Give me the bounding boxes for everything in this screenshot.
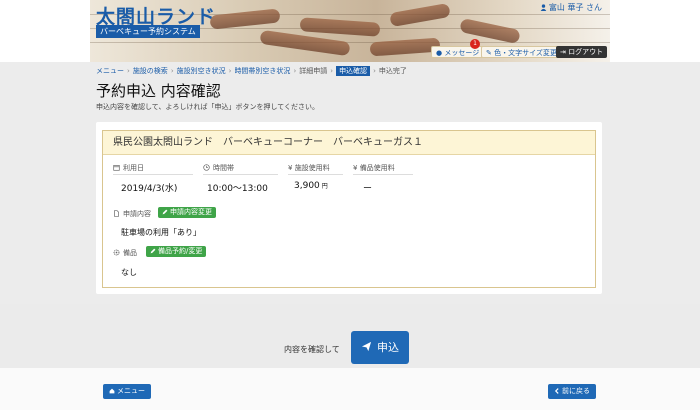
facility-fee-amount: 3,900 <box>294 181 320 191</box>
facility-fee-label: ¥ 施設使用料 <box>288 163 330 173</box>
facility-fee-unit: 円 <box>321 183 328 190</box>
date-value: 2019/4/3(水) <box>121 184 178 194</box>
breadcrumb-separator: › <box>373 67 376 75</box>
breadcrumb-menu[interactable]: メニュー <box>96 66 124 76</box>
user-name: 富山 華子 さん <box>540 2 602 13</box>
submit-button[interactable]: 申込 <box>351 331 409 364</box>
logout-label: ログアウト <box>568 48 604 56</box>
home-icon <box>109 388 115 394</box>
divider <box>203 174 278 175</box>
date-label: 利用日 <box>113 163 144 173</box>
style-settings-label: 色・文字サイズ変更 <box>494 49 557 57</box>
messages-label: メッセージ <box>444 49 480 57</box>
brush-icon: ✎ <box>486 49 492 57</box>
breadcrumb: メニュー › 施設の検索 › 施設別空き状況 › 時間帯別空き状況 › 詳細申請 › 申込確認 › 申込… <box>96 66 407 76</box>
equipment-fee-label-text: 備品使用料 <box>359 164 395 172</box>
document-icon <box>114 210 119 217</box>
request-change-button[interactable]: 申請内容変更 <box>158 207 216 218</box>
time-label: 時間帯 <box>203 163 234 173</box>
facility-fee-label-text: 施設使用料 <box>294 164 330 172</box>
calendar-icon <box>113 165 120 171</box>
confirm-text: 内容を確認して <box>284 345 340 354</box>
breadcrumb-separator: › <box>127 67 130 75</box>
equipment-reserve-button[interactable]: 備品予約/変更 <box>146 246 207 257</box>
chevron-left-icon <box>554 388 559 394</box>
equipment-reserve-label: 備品予約/変更 <box>158 247 203 255</box>
breadcrumb-facility-availability[interactable]: 施設別空き状況 <box>177 66 226 76</box>
equipment-label-text: 備品 <box>123 249 137 257</box>
chat-icon: ● <box>436 49 443 57</box>
yen-icon: ¥ <box>353 164 360 172</box>
back-button[interactable]: 前に戻る <box>548 384 596 399</box>
pencil-icon <box>150 248 156 254</box>
pencil-icon <box>162 209 168 215</box>
submit-area <box>0 304 700 368</box>
request-change-label: 申請内容変更 <box>170 208 212 216</box>
style-settings-button[interactable]: ✎ 色・文字サイズ変更 <box>481 46 562 58</box>
breadcrumb-current-confirm: 申込確認 <box>336 66 371 76</box>
breadcrumb-separator: › <box>293 67 297 75</box>
reservation-panel: 県民公園太閤山ランド バーベキューコーナー バーベキューガス１ 利用日 時間帯 … <box>96 122 602 294</box>
user-icon <box>540 4 547 11</box>
user-name-label: 富山 華子 さん <box>548 3 602 12</box>
facility-name: 県民公園太閤山ランド バーベキューコーナー バーベキューガス１ <box>103 131 595 155</box>
time-label-text: 時間帯 <box>213 164 234 172</box>
divider <box>113 174 193 175</box>
equipment-fee-value: ー <box>363 184 373 194</box>
divider <box>353 174 413 175</box>
breadcrumb-time-availability[interactable]: 時間帯別空き状況 <box>234 66 290 76</box>
divider <box>288 174 343 175</box>
breadcrumb-facility-search[interactable]: 施設の検索 <box>133 66 168 76</box>
submit-label: 申込 <box>377 341 399 354</box>
request-value: 駐車場の利用「あり」 <box>121 228 201 237</box>
request-label-text: 申請内容 <box>123 210 151 218</box>
back-label: 前に戻る <box>562 387 590 395</box>
breadcrumb-complete: 申込完了 <box>378 67 407 75</box>
request-label: 申請内容 <box>113 209 151 219</box>
send-icon <box>361 341 372 352</box>
page-title: 予約申込 内容確認 <box>96 82 221 100</box>
facility-fee-value: 3,900 円 <box>294 181 328 191</box>
menu-label: メニュー <box>117 387 145 395</box>
breadcrumb-separator: › <box>330 67 334 75</box>
site-subtitle: バーベキュー予約システム <box>96 25 200 38</box>
menu-button[interactable]: メニュー <box>103 384 151 399</box>
logout-button[interactable]: ⇥ ログアウト <box>556 46 608 58</box>
logout-icon: ⇥ <box>560 48 566 56</box>
time-value: 10:00〜13:00 <box>207 184 268 194</box>
breadcrumb-detail-request: 詳細申請 <box>299 67 328 75</box>
page-description: 申込内容を確認して、よろしければ「申込」ボタンを押してください。 <box>96 103 320 111</box>
equipment-label: 備品 <box>113 248 137 258</box>
clock-icon <box>203 164 210 171</box>
equipment-fee-label: ¥ 備品使用料 <box>353 163 395 173</box>
yen-icon: ¥ <box>288 164 295 172</box>
equipment-value: なし <box>121 268 137 277</box>
date-label-text: 利用日 <box>123 164 144 172</box>
gear-icon <box>113 249 120 256</box>
reservation-card: 県民公園太閤山ランド バーベキューコーナー バーベキューガス１ 利用日 時間帯 … <box>102 130 596 288</box>
message-count-badge: 1 <box>470 39 480 49</box>
breadcrumb-separator: › <box>170 67 174 75</box>
breadcrumb-separator: › <box>228 67 232 75</box>
